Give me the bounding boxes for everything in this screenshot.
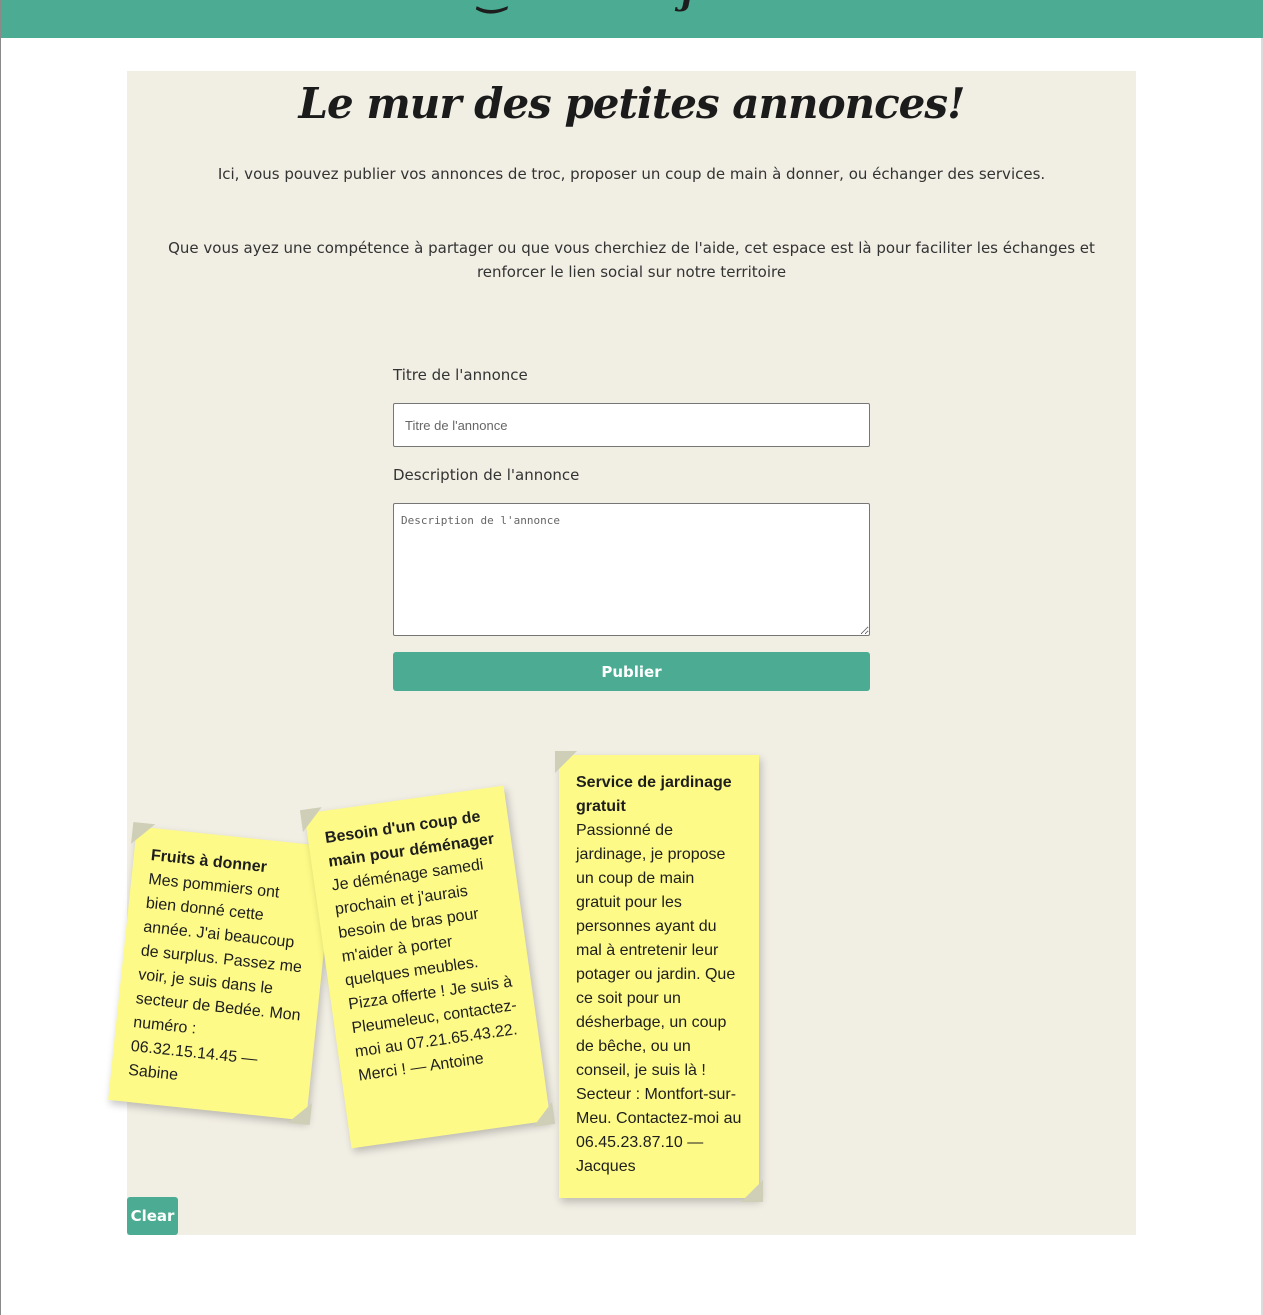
title-field-label: Titre de l'annonce [393, 366, 528, 384]
top-header-bar: ‿ ƒ [1, 0, 1263, 38]
header-title-fragment: ‿ [479, 0, 506, 14]
tape-corner-icon [299, 807, 325, 833]
ad-title-input[interactable] [393, 403, 870, 447]
page-title: Le mur des petites annonces! [298, 79, 965, 128]
window-left-border [0, 0, 1, 1315]
note-title: Service de jardinage gratuit [576, 774, 732, 815]
note-body: Mes pommiers ont bien donné cette année.… [127, 870, 303, 1084]
ad-description-textarea[interactable] [393, 503, 870, 636]
sticky-note[interactable]: Besoin d'un coup de main pour déménager … [299, 785, 556, 1149]
sticky-note[interactable]: Service de jardinage gratuit Passionné d… [555, 751, 763, 1202]
description-field-label: Description de l'annonce [393, 466, 580, 484]
intro-text-secondary: Que vous ayez une compétence à partager … [168, 239, 1095, 281]
tape-corner-icon [287, 1100, 312, 1126]
note-body: Je déménage samedi prochain et j'aurais … [330, 856, 519, 1085]
tape-corner-icon [131, 821, 156, 847]
tape-corner-icon [741, 1180, 763, 1202]
note-body: Passionné de jardinage, je propose un co… [576, 822, 742, 1175]
header-title-fragment: ƒ [681, 0, 696, 14]
clear-button[interactable]: Clear [127, 1197, 178, 1235]
publish-button[interactable]: Publier [393, 652, 870, 691]
sticky-note[interactable]: Fruits à donner Mes pommiers ont bien do… [108, 821, 335, 1126]
intro-text: Ici, vous pouvez publier vos annonces de… [217, 165, 1046, 183]
announcements-board: Le mur des petites annonces! Ici, vous p… [108, 71, 1136, 1235]
tape-corner-icon [555, 751, 577, 773]
tape-corner-icon [530, 1101, 556, 1127]
